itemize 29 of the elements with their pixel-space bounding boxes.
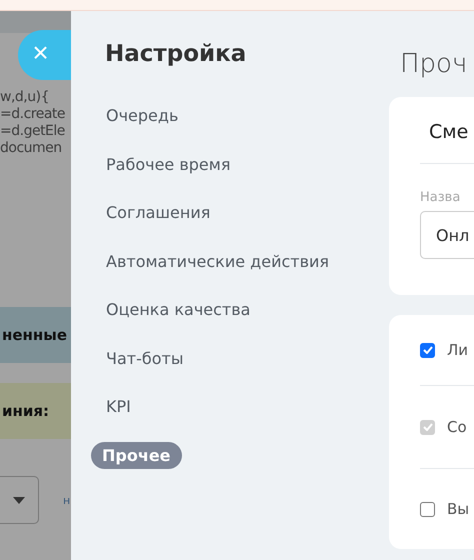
caret-icon [13,496,25,504]
code-text: =d.getEle [0,123,66,140]
dropdown[interactable] [0,476,39,524]
code-text: documen [0,140,63,157]
banner-text: иния: [2,402,50,420]
sidebar-item[interactable]: Соглашения [91,199,226,226]
banner-text: ненные [2,326,68,344]
page-title: Проч [400,49,468,79]
header-bar [0,11,71,33]
sidebar-item[interactable]: Автоматические действия [91,248,344,274]
checkbox-label: Со [447,418,467,436]
field-label: Назва [420,189,462,207]
sidebar-item[interactable]: Прочее [91,442,182,468]
code-text: w,d,u){ [0,89,50,106]
sidebar-item[interactable]: KPI [91,393,146,420]
sidebar-item[interactable]: Очередь [91,102,194,129]
check-icon [422,423,432,431]
checkbox[interactable] [420,502,435,516]
sidebar-title: Настройка [105,41,248,67]
card-title: Сме [420,97,474,164]
checkbox[interactable] [420,342,435,358]
checkbox-label: Вы [447,500,470,518]
checkbox-label: Ли [447,341,468,359]
sidebar-item[interactable]: Рабочее время [91,150,246,178]
sidebar-item[interactable]: Чат-боты [91,344,198,372]
check-icon [422,346,432,354]
code-text: =d.create [0,106,66,123]
sidebar-item[interactable]: Оценка качества [91,296,266,323]
input-field[interactable]: Онл [420,211,474,259]
